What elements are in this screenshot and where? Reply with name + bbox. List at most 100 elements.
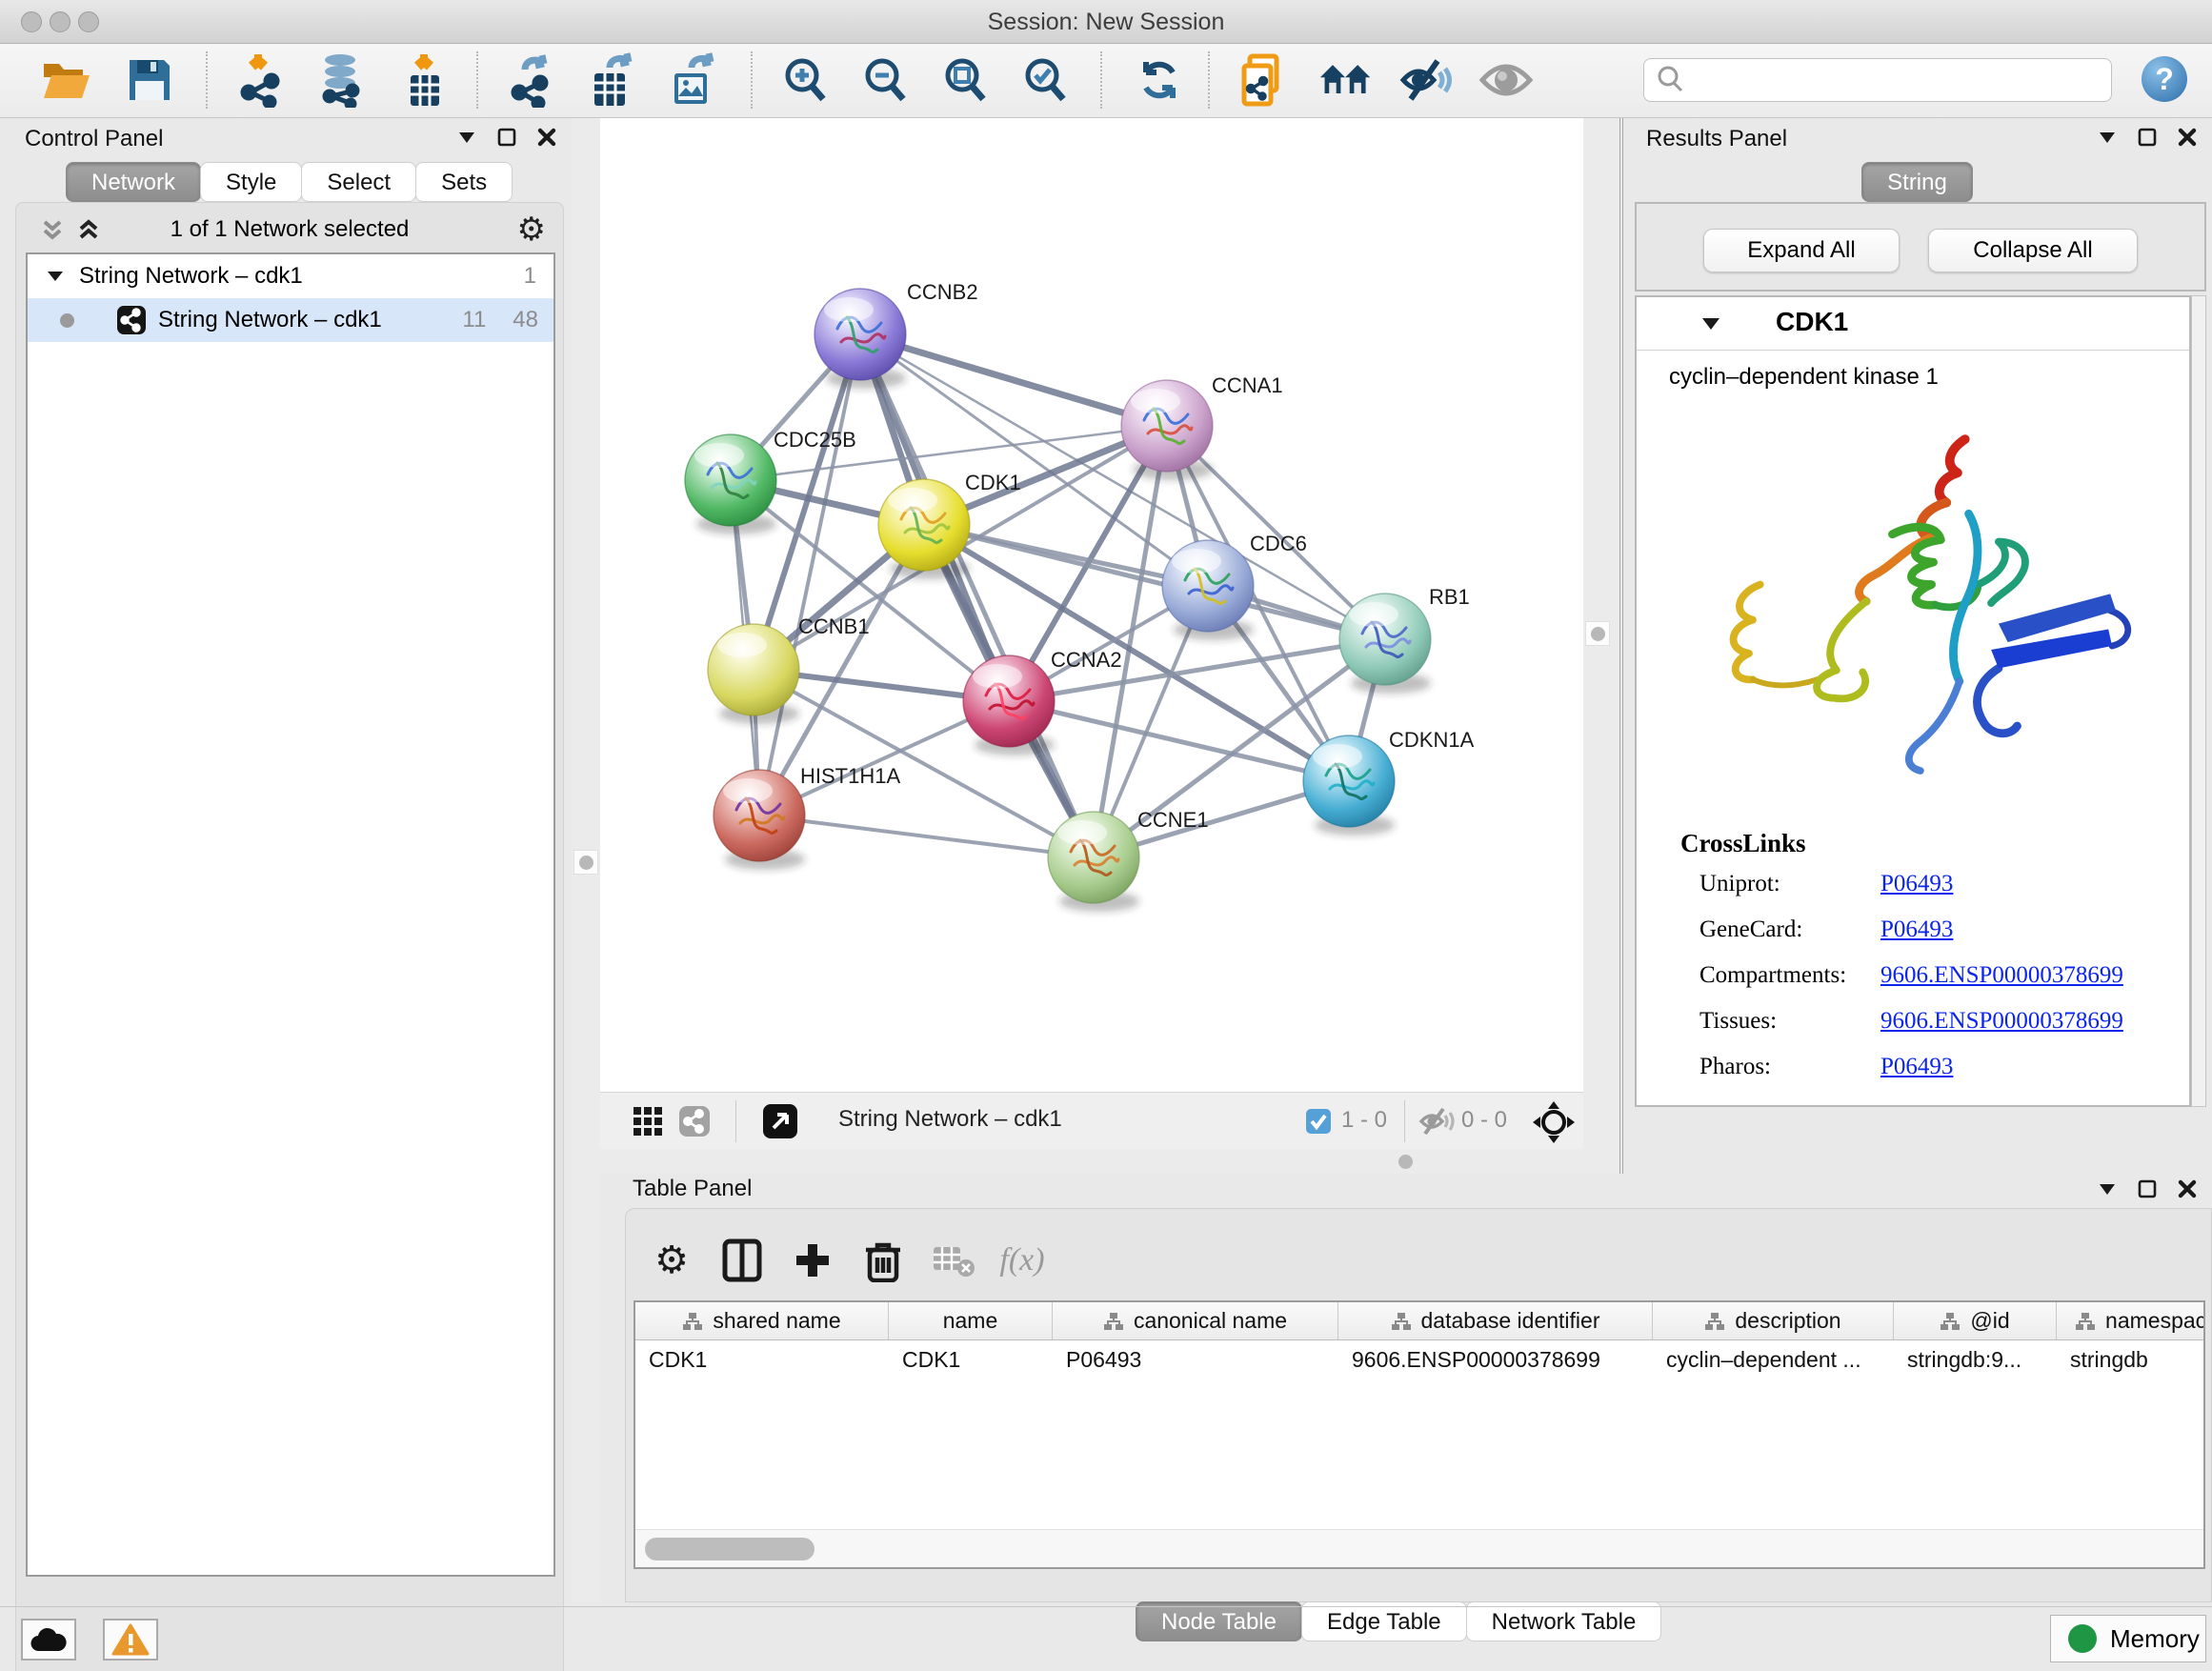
network-edge-CCNB2-HIST1H1A[interactable] [759,334,860,815]
collapse-panel-icon[interactable] [2096,1178,2119,1199]
close-panel-icon[interactable] [2176,126,2199,149]
table-cell[interactable]: 9606.ENSP00000378699 [1338,1340,1653,1379]
collapse-panel-icon[interactable] [2096,127,2119,148]
export-image-icon[interactable] [665,46,720,114]
column-header-name[interactable]: name [889,1302,1053,1339]
network-node-HIST1H1A[interactable] [714,770,805,870]
show-all-eye-icon[interactable] [1478,46,1534,114]
protein-card-header[interactable]: CDK1 [1637,297,2189,351]
zoom-fit-icon[interactable] [937,46,993,114]
zoom-out-icon[interactable] [857,46,913,114]
network-node-CDK1[interactable] [878,479,970,579]
open-session-icon[interactable] [38,46,93,114]
bottom-splitter-handle[interactable] [1398,1155,1413,1169]
results-scrollbar[interactable] [2191,295,2206,1107]
import-network-database-icon[interactable] [312,46,368,114]
gallery-homes-icon[interactable] [1318,46,1374,114]
table-hscrollbar[interactable] [635,1529,2203,1567]
create-column-icon[interactable] [784,1232,841,1289]
table-cell[interactable]: CDK1 [635,1340,889,1379]
network-tab-content: 1 of 1 Network selected ⚙ String Network… [15,202,564,1671]
collection-expand-icon[interactable] [45,268,66,285]
column-header-database-identifier[interactable]: database identifier [1338,1302,1653,1339]
column-header-canonical-name[interactable]: canonical name [1053,1302,1338,1339]
delete-table-icon[interactable] [925,1232,982,1289]
table-cell[interactable]: stringdb:9... [1894,1340,2057,1379]
view-grid-icon[interactable] [633,1106,663,1137]
column-header-shared-name[interactable]: shared name [635,1302,889,1339]
network-node-CCNE1[interactable] [1048,812,1139,912]
function-builder-icon[interactable]: f(x) [994,1232,1051,1289]
search-input[interactable] [1690,61,2111,99]
left-splitter[interactable] [572,118,600,1602]
network-edge-CCNB2-CCNA1[interactable] [860,334,1167,426]
close-panel-icon[interactable] [535,126,558,149]
crosslink-link[interactable]: P06493 [1880,1054,2189,1080]
column-header-description[interactable]: description [1653,1302,1894,1339]
network-canvas[interactable]: CCNB2CCNA1CDC25BCDK1CDC6RB1CCNB1CCNA2CDK… [600,118,1583,1092]
expand-all-button[interactable]: Expand All [1703,229,1900,272]
close-panel-icon[interactable] [2176,1178,2199,1200]
show-columns-icon[interactable] [714,1232,771,1289]
left-splitter-handle[interactable] [573,850,598,875]
network-edge-CDK1-RB1[interactable] [924,525,1385,639]
float-panel-icon[interactable] [495,126,518,149]
float-panel-icon[interactable] [2136,1178,2159,1200]
export-table-icon[interactable] [585,46,640,114]
string-view-icon[interactable] [678,1105,711,1137]
tab-style[interactable]: Style [200,162,302,202]
birdseye-crosshair-icon[interactable] [1532,1100,1576,1144]
zoom-selected-icon[interactable] [1017,46,1073,114]
network-row-selected[interactable]: String Network – cdk1 11 48 [28,298,553,342]
network-options-gear-icon[interactable]: ⚙ [517,211,546,249]
tab-string[interactable]: String [1861,162,1973,202]
export-network-icon[interactable] [505,46,560,114]
collapse-all-button[interactable]: Collapse All [1928,229,2138,272]
collapse-section-icon[interactable] [1699,314,1722,333]
network-node-CCNA1[interactable] [1121,380,1213,480]
tab-sets[interactable]: Sets [415,162,513,202]
table-cell[interactable]: P06493 [1053,1340,1338,1379]
tab-network[interactable]: Network [66,162,201,202]
network-collection-row[interactable]: String Network – cdk1 1 [28,254,553,298]
crosslink-link[interactable]: P06493 [1880,916,2189,943]
table-panel: Table Panel ⚙ f(x) shared namenamecanoni… [617,1174,2212,1602]
network-node-CDKN1A[interactable] [1303,735,1395,836]
crosslink-link[interactable]: P06493 [1880,871,2189,897]
table-cell[interactable]: CDK1 [889,1340,1053,1379]
delete-column-trash-icon[interactable] [855,1232,912,1289]
cloud-button[interactable] [21,1619,76,1661]
table-cell[interactable]: cyclin–dependent ... [1653,1340,1894,1379]
table-settings-gear-icon[interactable]: ⚙ [643,1232,700,1289]
help-icon[interactable]: ? [2142,56,2187,102]
warnings-button[interactable] [103,1619,158,1661]
table-cell[interactable]: stringdb [2057,1340,2205,1379]
tab-select[interactable]: Select [301,162,416,202]
crosslink-link[interactable]: 9606.ENSP00000378699 [1880,962,2189,989]
network-node-CCNA2[interactable] [963,655,1055,755]
import-network-file-icon[interactable] [234,46,290,114]
duplicate-network-icon[interactable] [1235,46,1290,114]
right-splitter[interactable] [1583,118,1619,1174]
float-panel-icon[interactable] [2136,126,2159,149]
import-table-file-icon[interactable] [396,46,452,114]
right-splitter-handle[interactable] [1585,621,1610,646]
network-node-CDC25B[interactable] [685,434,776,534]
detach-view-icon[interactable] [762,1103,798,1139]
network-edge-HIST1H1A-CCNE1[interactable] [759,815,1094,857]
save-session-icon[interactable] [122,46,177,114]
refresh-layout-icon[interactable] [1132,46,1187,114]
selected-checkbox-icon[interactable] [1305,1108,1332,1135]
column-header--id[interactable]: @id [1894,1302,2057,1339]
network-node-RB1[interactable] [1339,594,1431,694]
table-hscrollbar-thumb[interactable] [645,1538,814,1560]
collapse-panel-icon[interactable] [455,127,478,148]
column-header-namespace[interactable]: namespace [2057,1302,2205,1339]
memory-button[interactable]: Memory [2050,1615,2206,1662]
crosslink-link[interactable]: 9606.ENSP00000378699 [1880,1008,2189,1035]
network-node-CDC6[interactable] [1162,540,1254,640]
hide-selected-eye-icon[interactable] [1398,46,1454,114]
status-bar: Memory [0,1606,2212,1671]
zoom-in-icon[interactable] [777,46,833,114]
network-node-CCNB1[interactable] [708,624,799,724]
